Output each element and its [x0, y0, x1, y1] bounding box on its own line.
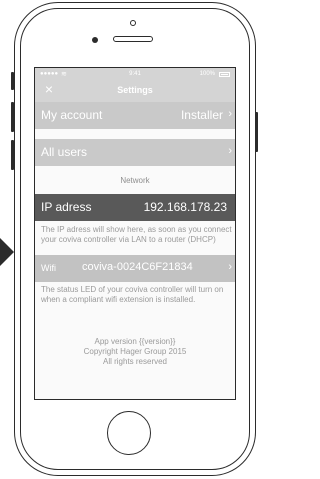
all-users-label: All users — [41, 145, 88, 159]
page-title: Settings — [117, 85, 153, 95]
ip-address-row: IP adress 192.168.178.23 — [35, 194, 235, 221]
status-bar: ●●●●● ≋ 9:41 100% — [35, 68, 235, 82]
chevron-right-icon: › — [228, 261, 232, 273]
chevron-right-icon: › — [228, 108, 232, 120]
left-arrow-icon — [0, 238, 14, 266]
volume-down-button — [11, 140, 14, 170]
wifi-label: Wifi — [41, 263, 56, 273]
front-camera-icon — [92, 37, 98, 43]
chevron-right-icon: › — [228, 145, 232, 157]
wifi-row[interactable]: Wifi coviva-0024C6F21834 › — [35, 255, 235, 282]
wifi-network-value: coviva-0024C6F21834 — [82, 261, 193, 273]
my-account-label: My account — [41, 108, 103, 122]
my-account-row[interactable]: My account Installer › — [35, 102, 235, 129]
ip-address-label: IP adress — [41, 200, 92, 214]
power-button — [255, 112, 258, 152]
ip-address-value: 192.168.178.23 — [143, 200, 227, 214]
app-footer: App version {{version}} Copyright Hager … — [35, 337, 235, 367]
status-led-info-text: The status LED of your coviva controller… — [41, 285, 224, 304]
navigation-bar: ●●●●● ≋ 9:41 100% × Settings — [35, 68, 235, 102]
network-section-header: Network — [120, 176, 150, 185]
earpiece-speaker — [113, 36, 153, 42]
battery-icon — [219, 72, 230, 77]
all-users-row[interactable]: All users › — [35, 139, 235, 166]
volume-up-button — [11, 102, 14, 132]
app-version: App version {{version}} — [94, 337, 176, 346]
battery-percent: 100% — [199, 71, 215, 77]
home-button[interactable] — [107, 411, 151, 455]
front-sensor — [130, 20, 136, 26]
app-screen: ●●●●● ≋ 9:41 100% × Settings My account … — [34, 67, 236, 400]
silent-switch — [11, 72, 14, 90]
my-account-value: Installer — [180, 108, 223, 122]
copyright-text: Copyright Hager Group 2015 — [83, 347, 187, 356]
rights-text: All rights reserved — [102, 357, 168, 366]
ip-info-text: The IP adress will show here, as soon as… — [41, 225, 232, 244]
